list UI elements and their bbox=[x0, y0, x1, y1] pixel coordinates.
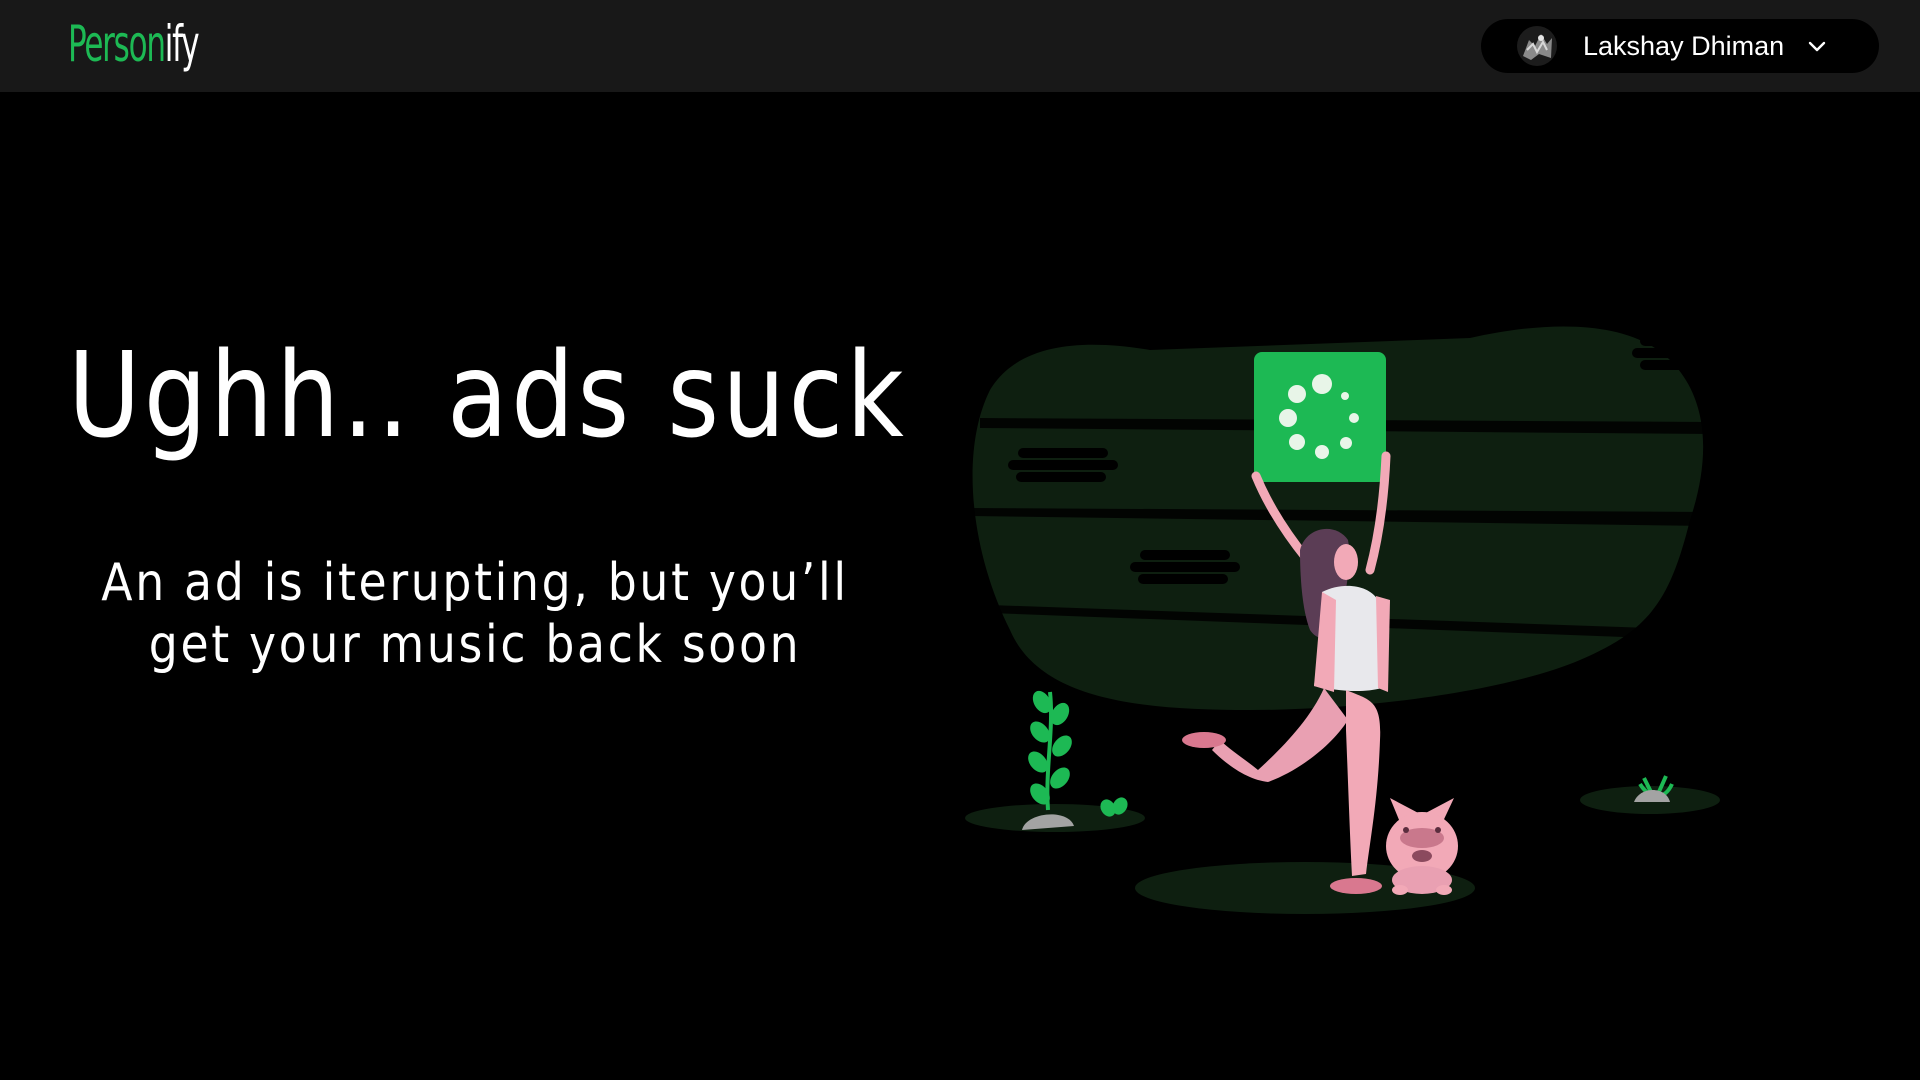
user-name: Lakshay Dhiman bbox=[1583, 30, 1785, 61]
page-headline: Ughh.. ads suck bbox=[68, 326, 908, 464]
logo-text-green: Person bbox=[68, 15, 166, 73]
chevron-down-icon bbox=[1808, 41, 1826, 52]
top-navbar: Personify Lakshay Dhiman bbox=[0, 0, 1920, 92]
avatar-image bbox=[1517, 26, 1557, 66]
dancing-woman-illustration bbox=[965, 326, 1720, 914]
app-logo[interactable]: Personify bbox=[68, 14, 200, 74]
avatar bbox=[1517, 26, 1557, 66]
logo-text-white: ify bbox=[164, 15, 200, 73]
page-subtext: An ad is iterupting, but you’ll get your… bbox=[101, 553, 849, 675]
loading-spinner-box bbox=[1254, 352, 1386, 482]
user-menu-button[interactable]: Lakshay Dhiman bbox=[1481, 19, 1879, 73]
dog-illustration bbox=[1386, 798, 1458, 895]
